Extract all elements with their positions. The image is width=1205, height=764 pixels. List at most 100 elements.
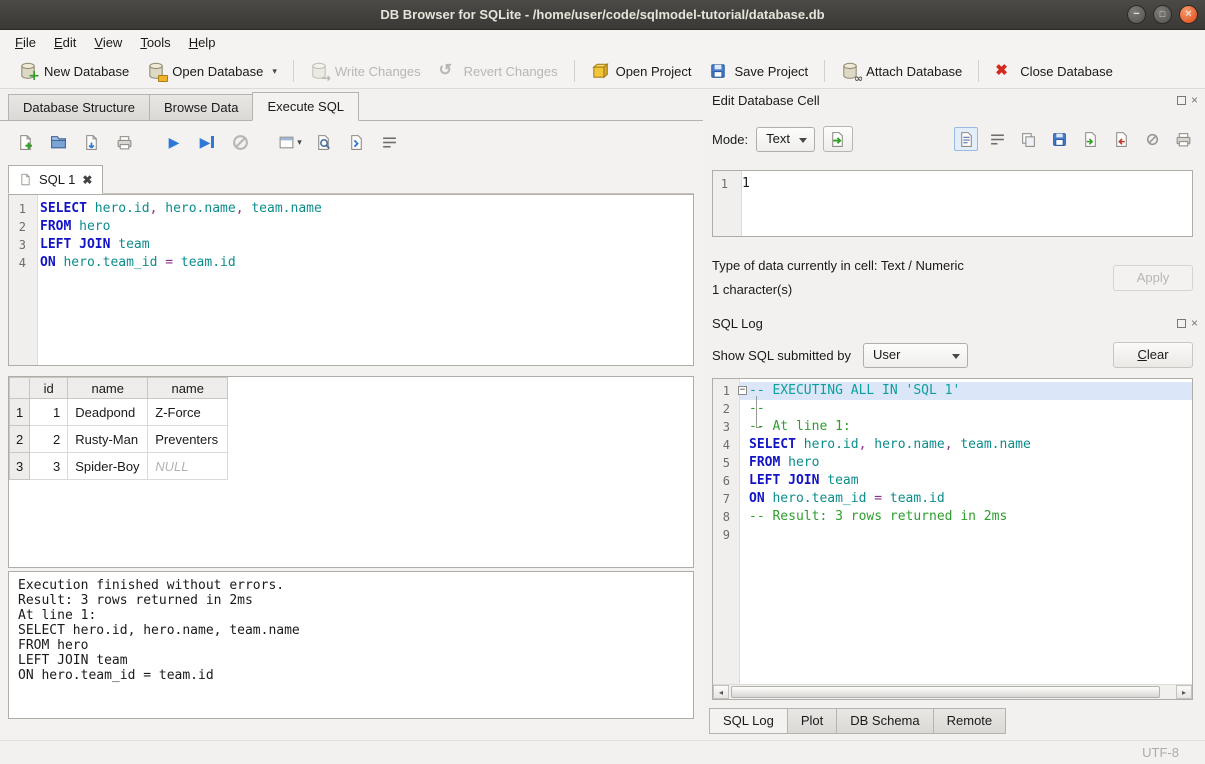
text-mode-button[interactable] (954, 127, 978, 151)
close-pane-icon[interactable]: × (1191, 317, 1198, 329)
cell-name[interactable]: Rusty-Man (68, 426, 148, 453)
mode-value: Text (766, 131, 790, 146)
menu-edit[interactable]: Edit (45, 32, 85, 53)
cell-value-editor[interactable]: 1 1 (712, 170, 1193, 237)
sql-token: ON (749, 491, 772, 506)
close-database-button[interactable]: ✖ Close Database (986, 58, 1122, 84)
scrollbar-track[interactable] (1162, 685, 1176, 699)
open-sql-file-button[interactable] (45, 129, 71, 155)
line-number: 1 (713, 382, 735, 400)
sql-log-dock-controls: × (1177, 317, 1198, 329)
mode-label: Mode: (712, 132, 748, 147)
scroll-right-icon[interactable]: ▸ (1176, 685, 1192, 699)
sql-token: LEFT JOIN (40, 237, 118, 252)
menu-tools[interactable]: Tools (131, 32, 179, 53)
sql-log-title: SQL Log (712, 316, 763, 331)
float-pane-icon[interactable] (1177, 96, 1186, 105)
sql-log-lines: 1 − -- EXECUTING ALL IN 'SQL 1' 2 -- 3 -… (713, 379, 1192, 684)
tab-sql-log[interactable]: SQL Log (709, 708, 788, 734)
maximize-button[interactable]: □ (1153, 5, 1172, 24)
word-wrap-icon (381, 134, 398, 151)
fold-collapse-icon[interactable]: − (738, 386, 747, 395)
save-results-dropdown-icon[interactable]: ▾ (297, 137, 302, 148)
new-sql-tab-button[interactable] (12, 129, 38, 155)
sql-tab-close-icon[interactable]: ✖ (82, 173, 92, 187)
menu-help[interactable]: Help (180, 32, 225, 53)
sql-token: team.name (251, 201, 321, 216)
sql-log-view[interactable]: 1 − -- EXECUTING ALL IN 'SQL 1' 2 -- 3 -… (712, 378, 1193, 700)
cell-team-name-null[interactable]: NULL (148, 453, 228, 480)
column-header-id[interactable]: id (30, 378, 68, 399)
print-cell-button[interactable] (1171, 127, 1195, 151)
export-cell-button[interactable] (1109, 127, 1133, 151)
execute-current-line-button[interactable]: ▶ (194, 129, 220, 155)
tab-db-schema[interactable]: DB Schema (837, 708, 933, 734)
table-row[interactable]: 1 1 Deadpond Z-Force (10, 399, 228, 426)
new-database-button[interactable]: + New Database (10, 58, 138, 84)
cell-id[interactable]: 1 (30, 399, 68, 426)
tab-database-structure[interactable]: Database Structure (8, 94, 149, 121)
cell-name[interactable]: Spider-Boy (68, 453, 148, 480)
open-project-button[interactable]: Open Project (582, 58, 701, 84)
revert-changes-button[interactable]: ↺ Revert Changes (430, 58, 567, 84)
close-icon: × (1185, 8, 1191, 20)
tab-remote[interactable]: Remote (934, 708, 1007, 734)
cell-team-name[interactable]: Preventers (148, 426, 228, 453)
save-cell-button[interactable] (1047, 127, 1071, 151)
menu-file[interactable]: File (6, 32, 45, 53)
revert-changes-label: Revert Changes (464, 64, 558, 79)
word-wrap-button[interactable] (376, 129, 402, 155)
save-results-button[interactable]: ▾ (277, 129, 303, 155)
close-pane-icon[interactable]: × (1191, 94, 1198, 106)
export-icon (1113, 131, 1130, 148)
cell-team-name[interactable]: Z-Force (148, 399, 228, 426)
table-row[interactable]: 3 3 Spider-Boy NULL (10, 453, 228, 480)
attach-database-button[interactable]: ∞ Attach Database (832, 58, 971, 84)
cell-name[interactable]: Deadpond (68, 399, 148, 426)
close-button[interactable]: × (1179, 5, 1198, 24)
execute-all-button[interactable]: ▶ (161, 129, 187, 155)
print-sql-button[interactable] (111, 129, 137, 155)
cell-char-count: 1 character(s) (712, 282, 792, 297)
copy-cell-button[interactable] (1016, 127, 1040, 151)
stop-execution-button[interactable] (227, 129, 253, 155)
sql-editor[interactable]: 1 SELECT hero.id, hero.name, team.name 2… (8, 194, 694, 366)
open-database-button[interactable]: Open Database ▾ (138, 58, 286, 84)
menu-view[interactable]: View (85, 32, 131, 53)
save-sql-file-button[interactable] (78, 129, 104, 155)
find-button[interactable] (310, 129, 336, 155)
clear-log-button[interactable]: Clear (1113, 342, 1193, 368)
set-null-button[interactable] (1140, 127, 1164, 151)
column-header-name-2[interactable]: name (148, 378, 228, 399)
table-row[interactable]: 2 2 Rusty-Man Preventers (10, 426, 228, 453)
tab-execute-sql[interactable]: Execute SQL (252, 92, 359, 121)
submitted-by-select[interactable]: User (863, 343, 968, 368)
scroll-left-icon[interactable]: ◂ (713, 685, 729, 699)
encoding-indicator[interactable]: UTF-8 (1142, 745, 1179, 760)
scrollbar-thumb[interactable] (731, 686, 1160, 698)
apply-button[interactable]: Apply (1113, 265, 1193, 291)
save-project-button[interactable]: Save Project (700, 58, 817, 84)
sql-token: team.id (890, 491, 945, 506)
titlebar[interactable]: DB Browser for SQLite - /home/user/code/… (0, 0, 1205, 30)
copy-icon (1020, 131, 1037, 148)
column-header-name[interactable]: name (68, 378, 148, 399)
float-pane-icon[interactable] (1177, 319, 1186, 328)
results-grid[interactable]: id name name 1 1 Deadpond Z-Force 2 2 Ru… (8, 376, 694, 568)
write-changes-button[interactable]: → Write Changes (301, 58, 430, 84)
word-wrap-button[interactable] (985, 127, 1009, 151)
chevron-down-icon (952, 354, 960, 359)
mode-select[interactable]: Text (756, 127, 815, 152)
import-cell-button[interactable] (1078, 127, 1102, 151)
open-database-dropdown-icon[interactable]: ▾ (272, 66, 277, 77)
sql-1-tab[interactable]: SQL 1 ✖ (8, 165, 103, 194)
cell-id[interactable]: 3 (30, 453, 68, 480)
horizontal-scrollbar[interactable]: ◂ ▸ (713, 684, 1192, 699)
tab-browse-data[interactable]: Browse Data (149, 94, 252, 121)
import-text-button[interactable] (823, 126, 853, 152)
sql-tab-label: SQL 1 (39, 172, 75, 187)
minimize-button[interactable]: − (1127, 5, 1146, 24)
tab-plot[interactable]: Plot (788, 708, 837, 734)
format-sql-button[interactable] (343, 129, 369, 155)
cell-id[interactable]: 2 (30, 426, 68, 453)
